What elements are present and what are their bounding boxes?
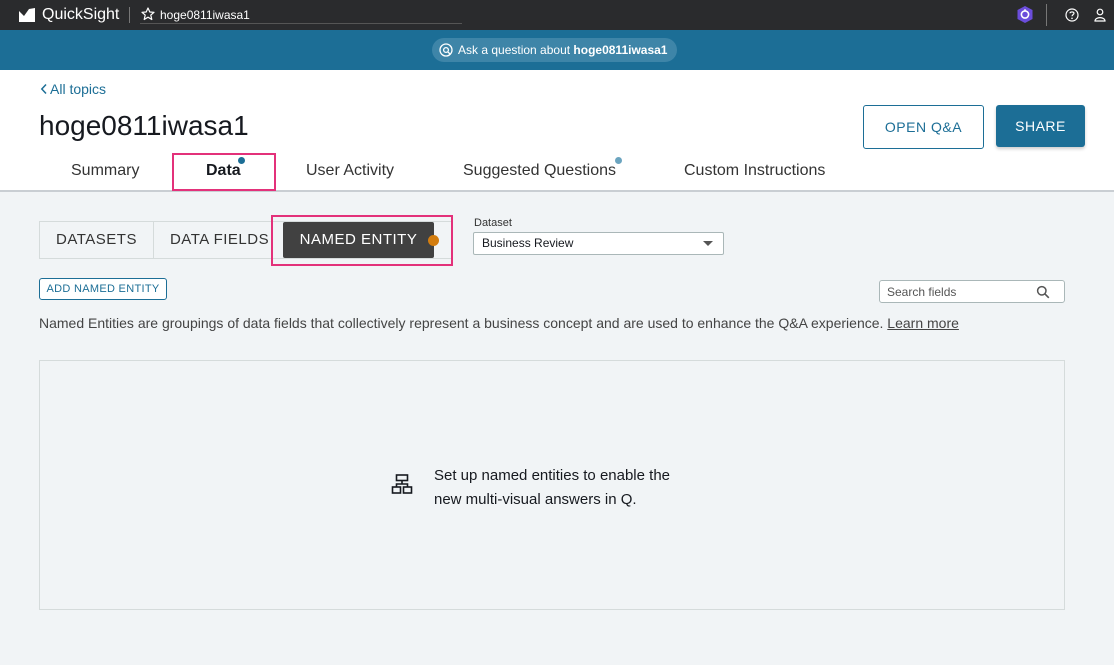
ask-question-button[interactable]: Ask a question about hoge0811iwasa1 bbox=[432, 38, 678, 62]
add-named-entity-button[interactable]: ADD NAMED ENTITY bbox=[39, 278, 167, 300]
tab-summary[interactable]: Summary bbox=[71, 162, 139, 180]
ask-question-prefix: Ask a question about bbox=[458, 43, 574, 57]
divider bbox=[129, 7, 130, 23]
ask-question-topic: hoge0811iwasa1 bbox=[573, 43, 668, 57]
dataset-selected-value: Business Review bbox=[482, 236, 574, 250]
tab-user-activity[interactable]: User Activity bbox=[306, 162, 394, 180]
subtab-data-fields[interactable]: DATA FIELDS bbox=[152, 222, 285, 258]
learn-more-link[interactable]: Learn more bbox=[887, 315, 959, 331]
q-assistant-icon bbox=[439, 43, 453, 57]
search-fields-input[interactable] bbox=[880, 281, 1030, 302]
data-tab-highlight bbox=[172, 153, 276, 191]
search-icon[interactable] bbox=[1036, 285, 1050, 299]
dataset-select[interactable]: Business Review bbox=[473, 232, 724, 255]
named-entity-icon bbox=[391, 474, 413, 494]
topic-header: All topics hoge0811iwasa1 OPEN Q&A SHARE… bbox=[0, 70, 1114, 192]
page-title: hoge0811iwasa1 bbox=[39, 110, 249, 141]
dataset-label: Dataset bbox=[474, 217, 512, 229]
divider bbox=[1046, 4, 1047, 26]
topic-name-underline bbox=[140, 23, 462, 24]
subtab-datasets[interactable]: DATASETS bbox=[40, 222, 153, 258]
caret-down-icon bbox=[703, 241, 713, 246]
named-entity-highlight bbox=[271, 215, 453, 266]
tab-suggested-questions-notification-dot bbox=[615, 157, 622, 164]
all-topics-label: All topics bbox=[50, 81, 107, 97]
description-text: Named Entities are groupings of data fie… bbox=[39, 315, 888, 331]
ask-question-bar: Ask a question about hoge0811iwasa1 bbox=[0, 30, 1114, 70]
empty-state-message: Set up named entities to enable the new … bbox=[434, 464, 734, 512]
share-button[interactable]: SHARE bbox=[996, 105, 1085, 147]
extension-icon[interactable] bbox=[1016, 5, 1034, 24]
named-entity-description: Named Entities are groupings of data fie… bbox=[39, 315, 959, 331]
all-topics-link[interactable]: All topics bbox=[40, 81, 106, 97]
quicksight-logo-icon bbox=[19, 8, 35, 22]
empty-state-line-1: Set up named entities to enable the bbox=[434, 467, 671, 484]
top-navigation-bar: QuickSight hoge0811iwasa1 bbox=[0, 0, 1114, 30]
chevron-left-icon bbox=[40, 83, 47, 95]
quicksight-logo[interactable]: QuickSight bbox=[18, 6, 119, 24]
star-icon[interactable] bbox=[141, 7, 155, 21]
search-fields-box bbox=[879, 280, 1065, 303]
topic-name[interactable]: hoge0811iwasa1 bbox=[160, 8, 250, 22]
user-icon[interactable] bbox=[1094, 8, 1106, 22]
empty-state-line-2: new multi-visual answers in Q. bbox=[434, 491, 637, 508]
app-name: QuickSight bbox=[42, 6, 120, 23]
tab-suggested-questions[interactable]: Suggested Questions bbox=[463, 162, 616, 180]
help-icon[interactable] bbox=[1065, 8, 1079, 22]
tab-custom-instructions[interactable]: Custom Instructions bbox=[684, 162, 825, 180]
open-qa-button[interactable]: OPEN Q&A bbox=[863, 105, 984, 149]
